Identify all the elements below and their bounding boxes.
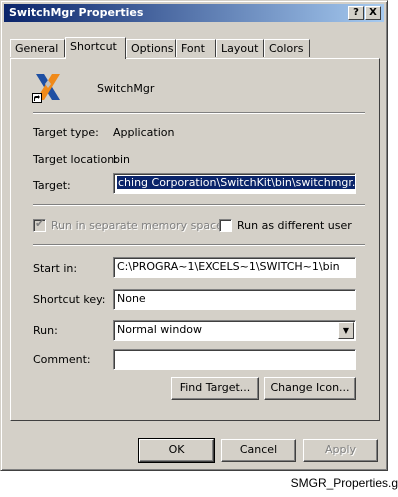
start-in-input[interactable]: C:\PROGRA~1\EXCELS~1\SWITCH~1\bin xyxy=(113,257,356,278)
target-location-label: Target location: xyxy=(33,153,118,166)
find-target-button[interactable]: Find Target... xyxy=(171,377,259,400)
switchmgr-app-icon xyxy=(32,71,64,103)
change-icon-button[interactable]: Change Icon... xyxy=(264,377,356,400)
window-title: SwitchMgr Properties xyxy=(9,6,144,19)
image-caption: SMGR_Properties.g xyxy=(290,476,398,490)
separate-memory-label: Run in separate memory space xyxy=(51,219,223,232)
tab-font[interactable]: Font xyxy=(176,39,216,57)
run-select[interactable]: Normal window ▼ xyxy=(113,320,356,341)
target-type-value: Application xyxy=(113,126,175,139)
tab-general[interactable]: General xyxy=(10,39,65,57)
shortcut-arrow-icon xyxy=(32,93,42,103)
tab-shortcut[interactable]: Shortcut xyxy=(65,37,126,59)
help-button[interactable]: ? xyxy=(348,6,364,20)
close-icon: X xyxy=(369,7,377,18)
title-bar[interactable]: SwitchMgr Properties ? X xyxy=(4,4,384,22)
close-button[interactable]: X xyxy=(365,6,381,20)
target-location-value: bin xyxy=(113,153,131,166)
target-label: Target: xyxy=(33,179,71,192)
start-in-label: Start in: xyxy=(33,262,78,275)
run-value: Normal window xyxy=(117,323,203,336)
tab-options[interactable]: Options xyxy=(126,39,176,57)
shortcut-key-label: Shortcut key: xyxy=(33,293,106,306)
cancel-button[interactable]: Cancel xyxy=(221,439,296,462)
run-label: Run: xyxy=(33,324,58,337)
shortcut-panel: SwitchMgr Target type: Application Targe… xyxy=(10,58,380,421)
apply-button[interactable]: Apply xyxy=(303,439,378,462)
separator xyxy=(33,204,365,206)
checkmark-icon: ✔ xyxy=(35,217,45,230)
different-user-label: Run as different user xyxy=(237,219,352,232)
target-type-label: Target type: xyxy=(33,126,99,139)
separator xyxy=(33,112,365,114)
shortcut-name: SwitchMgr xyxy=(97,82,155,95)
dropdown-arrow-icon[interactable]: ▼ xyxy=(338,322,354,339)
ok-button[interactable]: OK xyxy=(138,438,215,463)
shortcut-key-input[interactable]: None xyxy=(113,289,356,310)
separator xyxy=(33,244,365,246)
different-user-checkbox[interactable] xyxy=(219,219,232,232)
separate-memory-checkbox[interactable]: ✔ xyxy=(33,217,46,232)
comment-input[interactable] xyxy=(113,349,356,370)
tab-layout[interactable]: Layout xyxy=(216,39,264,57)
comment-label: Comment: xyxy=(33,353,91,366)
tab-colors[interactable]: Colors xyxy=(264,39,310,57)
properties-window: SwitchMgr Properties ? X General Shortcu… xyxy=(0,0,388,471)
target-value: ching Corporation\SwitchKit\bin\switchmg… xyxy=(117,176,355,189)
target-input[interactable]: ching Corporation\SwitchKit\bin\switchmg… xyxy=(113,173,356,194)
help-icon: ? xyxy=(353,7,359,18)
